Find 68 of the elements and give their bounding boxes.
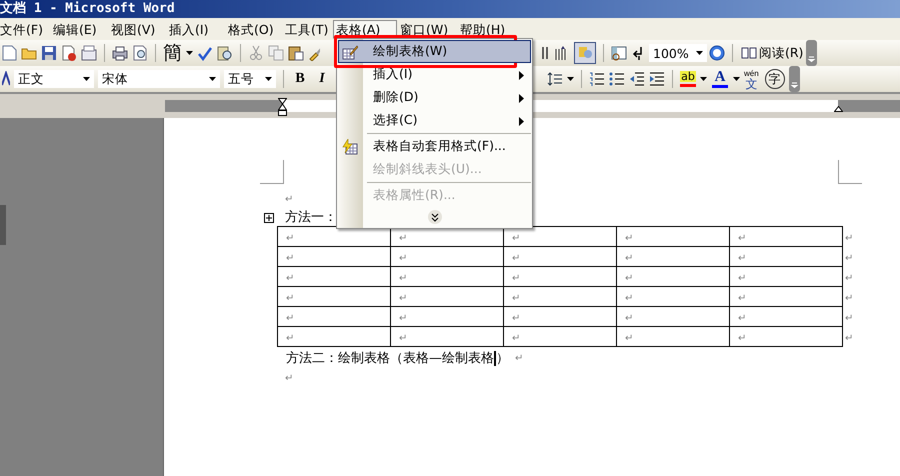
menu-item[interactable]: 插入(I) — [338, 63, 531, 86]
row-end-mark: ↵ — [845, 312, 854, 324]
read-button[interactable]: 阅读(R) — [738, 42, 806, 64]
cell-mark: ↵ — [399, 312, 408, 324]
body-text: 方法一： — [285, 209, 337, 226]
menu-item[interactable]: 文件(F) — [0, 20, 50, 38]
cell-mark: ↵ — [286, 272, 294, 284]
convert-button[interactable]: 簡 — [161, 42, 184, 64]
cell-mark: ↵ — [625, 332, 634, 344]
cell-mark: ↵ — [512, 272, 520, 284]
cell-mark: ↵ — [286, 252, 294, 264]
menu-item[interactable]: 删除(D) — [338, 86, 531, 109]
font-size-combo[interactable]: 五号 — [224, 70, 276, 88]
bold-button[interactable]: B — [289, 68, 311, 90]
paragraph-mark: ↵ — [285, 194, 294, 204]
highlight-button[interactable]: ab — [678, 68, 698, 90]
cell-mark: ↵ — [625, 272, 634, 284]
cell-mark: ↵ — [286, 332, 294, 344]
row-end-mark: ↵ — [845, 252, 854, 264]
cell-mark: ↵ — [738, 232, 746, 244]
menu-item[interactable]: 选择(C) — [338, 109, 531, 132]
italic-button[interactable]: I — [311, 68, 333, 90]
cell-mark: ↵ — [625, 312, 634, 324]
cell-mark: ↵ — [625, 292, 634, 304]
cell-mark: ↵ — [286, 312, 294, 324]
paragraph-mark: ↵ — [515, 352, 524, 364]
paragraph-mark: ↵ — [285, 372, 294, 384]
cell-mark: ↵ — [399, 252, 408, 264]
row-end-mark: ↵ — [845, 332, 854, 344]
menu-item[interactable]: 表格自动套用格式(F)... — [338, 135, 531, 158]
row-end-mark: ↵ — [845, 272, 854, 284]
cell-mark: ↵ — [512, 252, 520, 264]
menu-item[interactable]: 插入(I) — [166, 20, 225, 38]
body-text: ） — [496, 350, 509, 367]
menu-item[interactable]: 格式(O) — [225, 20, 282, 38]
cell-mark: ↵ — [399, 232, 408, 244]
row-end-mark: ↵ — [845, 232, 854, 244]
cell-mark: ↵ — [512, 292, 520, 304]
cell-mark: ↵ — [738, 292, 746, 304]
cell-mark: ↵ — [399, 332, 408, 344]
cell-mark: ↵ — [625, 232, 634, 244]
body-text: 方法二：绘制表格（表格—绘制表格 — [286, 350, 494, 367]
row-end-mark: ↵ — [845, 292, 854, 304]
cell-mark: ↵ — [625, 252, 634, 264]
enclose-characters-button[interactable]: 字 — [764, 69, 785, 89]
menu-item[interactable]: 工具(T) — [282, 20, 333, 38]
font-combo[interactable]: 宋体 — [98, 70, 220, 88]
cell-mark: ↵ — [512, 232, 520, 244]
menu-item[interactable]: 视图(V) — [108, 20, 166, 38]
cell-mark: ↵ — [286, 232, 294, 244]
cell-mark: ↵ — [738, 252, 746, 264]
cell-mark: ↵ — [512, 312, 520, 324]
menu-item[interactable]: 编辑(E) — [50, 20, 108, 38]
cell-mark: ↵ — [738, 272, 746, 284]
cell-mark: ↵ — [399, 272, 408, 284]
cell-mark: ↵ — [512, 332, 520, 344]
cell-mark: ↵ — [286, 292, 294, 304]
menu-item[interactable]: 帮助(H) — [457, 20, 517, 38]
cell-mark: ↵ — [738, 312, 746, 324]
menu-item[interactable]: 绘制表格(W) — [338, 40, 531, 63]
cell-mark: ↵ — [738, 332, 746, 344]
zoom-combo[interactable]: 100% — [649, 44, 707, 62]
font-color-button[interactable]: A — [709, 68, 731, 90]
phonetic-guide-button[interactable]: wén 文 — [742, 68, 761, 90]
menu-item[interactable]: 窗口(W) — [397, 20, 457, 38]
window-title: 文档 1 - Microsoft Word — [0, 0, 175, 18]
cell-mark: ↵ — [399, 292, 408, 304]
style-combo[interactable]: 正文 — [14, 70, 94, 88]
